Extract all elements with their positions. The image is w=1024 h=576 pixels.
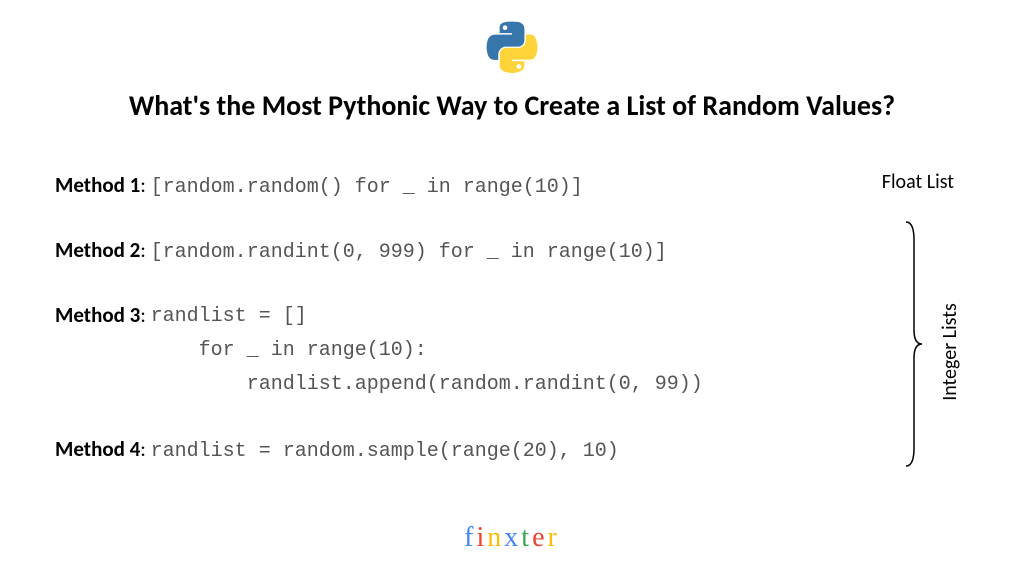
method-label: Method 2: [55, 237, 140, 263]
page-title: What's the Most Pythonic Way to Create a…: [0, 88, 1024, 123]
float-list-annotation: Float List: [882, 170, 954, 194]
integer-lists-annotation: Integer Lists: [938, 303, 962, 401]
method-label: Method 4: [55, 436, 140, 462]
finxter-brand: finxter: [464, 522, 560, 554]
method-label: Method 1: [55, 172, 140, 198]
brand-letter: i: [477, 522, 488, 553]
brand-letter: x: [504, 522, 521, 553]
brand-letter: e: [532, 522, 547, 553]
brace-icon: [904, 220, 924, 468]
python-logo-icon: [485, 20, 539, 74]
brand-letter: f: [464, 522, 476, 553]
method-row: Method 3: randlist = [] for _ in range(1…: [55, 300, 865, 402]
method-code: [random.randint(0, 999) for _ in range(1…: [151, 241, 667, 264]
colon: :: [140, 302, 150, 328]
colon: :: [140, 237, 150, 263]
method-label: Method 3: [55, 302, 140, 328]
brand-letter: t: [521, 522, 532, 553]
method-row: Method 1: [random.random() for _ in rang…: [55, 170, 865, 203]
brand-letter: n: [487, 522, 504, 553]
colon: :: [140, 172, 150, 198]
brand-letter: r: [548, 522, 560, 553]
method-row: Method 4: randlist = random.sample(range…: [55, 434, 865, 467]
methods-list: Method 1: [random.random() for _ in rang…: [55, 170, 865, 499]
method-code: randlist = [] for _ in range(10): randli…: [151, 300, 703, 402]
method-code: [random.random() for _ in range(10)]: [151, 176, 583, 199]
method-row: Method 2: [random.randint(0, 999) for _ …: [55, 235, 865, 268]
colon: :: [140, 436, 150, 462]
method-code: randlist = random.sample(range(20), 10): [151, 440, 619, 463]
